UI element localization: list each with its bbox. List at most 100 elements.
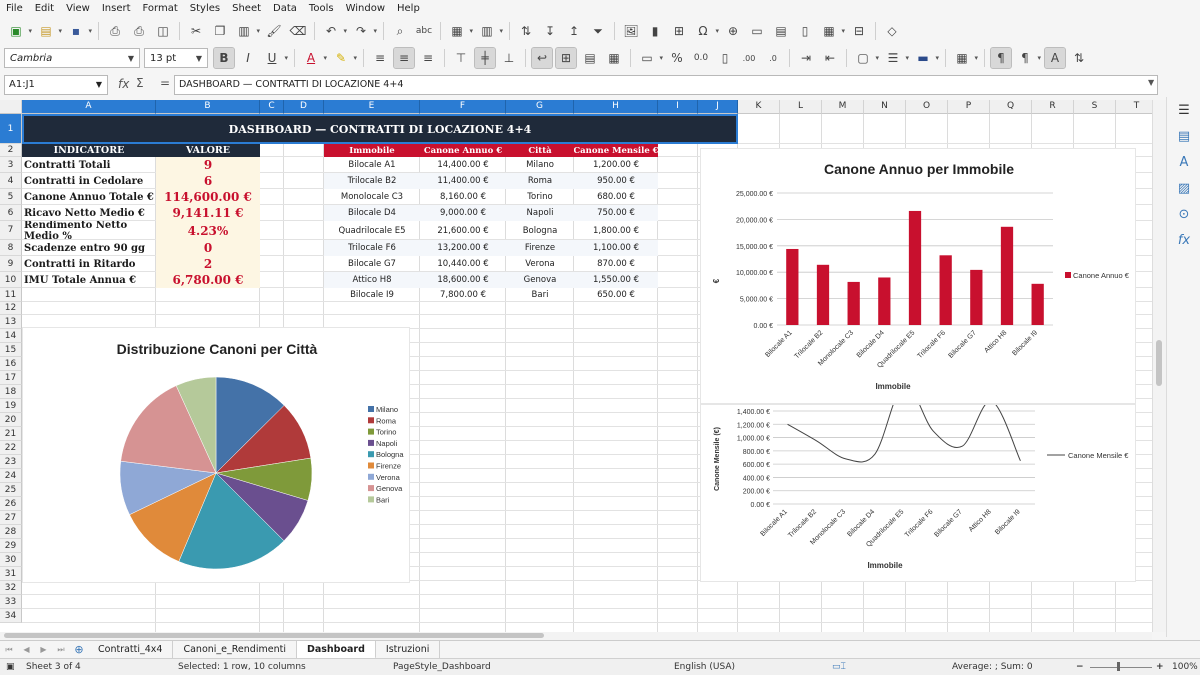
horizontal-scrollbar-thumb[interactable] [4,633,544,638]
align-bottom-icon[interactable]: ⊥ [499,48,519,68]
row-header-24[interactable]: 24 [0,469,22,483]
table-cell[interactable]: 9,000.00 € [420,205,506,221]
kpi-value[interactable]: 9,141.11 € [156,205,260,221]
align-left-icon[interactable]: ≡ [370,48,390,68]
print-preview-icon[interactable]: ◫ [153,21,173,41]
vertical-text-icon[interactable]: ⇅ [1069,48,1089,68]
decrease-indent-icon[interactable]: ⇤ [820,48,840,68]
table-cell[interactable]: Trilocale F6 [324,240,420,256]
prev-sheet-icon[interactable]: ◀ [23,645,29,654]
menu-insert[interactable]: Insert [96,3,137,14]
properties-icon[interactable]: ▤ [1167,123,1200,149]
row-header-16[interactable]: 16 [0,357,22,371]
kpi-value[interactable]: 9 [156,157,260,173]
row-header-22[interactable]: 22 [0,441,22,455]
line-chart[interactable]: 0.00 € 200.00 € 400.00 € 600.00 € 800.00 € 1,… [700,404,1136,582]
save-icon[interactable]: ▪ [66,21,92,41]
table-cell[interactable]: Verona [506,256,574,272]
page-style[interactable]: PageStyle_Dashboard [393,662,491,672]
table-cell[interactable]: Attico H8 [324,272,420,288]
print-icon[interactable]: ⎙ [129,21,149,41]
row-header-8[interactable]: 8 [0,240,22,256]
add-sheet-icon[interactable]: ⊕ [70,643,88,656]
number-format-icon[interactable]: 0.0 [691,48,711,68]
column-header-r[interactable]: R [1032,100,1074,114]
kpi-header-value[interactable]: VALORE [156,144,260,157]
table-cell[interactable]: 1,800.00 € [574,221,658,240]
row-header-4[interactable]: 4 [0,173,22,189]
table-cell[interactable]: Napoli [506,205,574,221]
first-sheet-icon[interactable]: ⏮ [5,645,12,655]
last-sheet-icon[interactable]: ⏭ [57,645,64,655]
font-name-box[interactable]: Cambria ▼ [4,48,140,68]
save-status-icon[interactable]: ▣ [6,662,15,672]
column-header-d[interactable]: D [284,100,324,114]
kpi-value[interactable]: 0 [156,240,260,256]
column-header-j[interactable]: J [698,100,738,114]
menu-data[interactable]: Data [267,3,303,14]
kpi-label[interactable]: Scadenze entro 90 gg [22,240,156,256]
find-replace-icon[interactable]: ⌕ [390,21,410,41]
menu-window[interactable]: Window [340,3,391,14]
italic-icon[interactable]: I [238,48,258,68]
menu-sheet[interactable]: Sheet [226,3,267,14]
table-cell[interactable]: Firenze [506,240,574,256]
border-style-icon[interactable]: ☰ [883,48,909,68]
table-cell[interactable]: Genova [506,272,574,288]
table-cell[interactable]: 1,200.00 € [574,157,658,173]
add-decimal-icon[interactable]: .00 [739,48,759,68]
menu-format[interactable]: Format [137,3,184,14]
increase-indent-icon[interactable]: ⇥ [796,48,816,68]
table-cell[interactable]: 1,100.00 € [574,240,658,256]
sort-icon[interactable]: ⇅ [516,21,536,41]
table-cell[interactable]: Roma [506,173,574,189]
split-window-icon[interactable]: ⊟ [849,21,869,41]
table-cell[interactable]: Bari [506,288,574,302]
freeze-rows-columns-icon[interactable]: ▦ [819,21,845,41]
sidebar-menu-icon[interactable]: ☰ [1167,97,1200,123]
table-cell[interactable]: Monolocale C3 [324,189,420,205]
export-pdf-icon[interactable]: ⎙ [105,21,125,41]
table-cell[interactable]: Torino [506,189,574,205]
selection-mode-icon[interactable]: ▭⌶ [832,662,846,672]
borders-icon[interactable]: ▢ [853,48,879,68]
bar-chart[interactable]: Canone Annuo per Immobile 0.00 € 5,000.00 … [700,148,1136,404]
row-header-3[interactable]: 3 [0,157,22,173]
table-cell[interactable]: 650.00 € [574,288,658,302]
function-wizard-icon[interactable]: fx [118,77,129,91]
pie-chart[interactable]: Distribuzione Canoni per Città Milano Roma… [22,327,410,583]
table-cell[interactable]: Trilocale B2 [324,173,420,189]
sheet-tab-contratti-4x4[interactable]: Contratti_4x4 [88,640,174,659]
horizontal-scrollbar[interactable] [0,632,1152,640]
date-format-icon[interactable]: ▯ [715,48,735,68]
row-header-25[interactable]: 25 [0,483,22,497]
row-header-23[interactable]: 23 [0,455,22,469]
row-header-26[interactable]: 26 [0,497,22,511]
formula-input[interactable]: DASHBOARD — CONTRATTI DI LOCAZIONE 4+4 [174,75,1158,95]
row-header-30[interactable]: 30 [0,553,22,567]
align-middle-icon[interactable]: ╪ [474,47,496,69]
row-header-33[interactable]: 33 [0,595,22,609]
left-to-right-icon[interactable]: ¶ [990,47,1012,69]
sort-ascending-icon[interactable]: ↧ [540,21,560,41]
column-header-n[interactable]: N [864,100,906,114]
row-header-1[interactable]: 1 [0,114,22,144]
kpi-label[interactable]: Canone Annuo Totale € [22,189,156,205]
menu-view[interactable]: View [60,3,96,14]
column-header-s[interactable]: S [1074,100,1116,114]
column-header-a[interactable]: A [22,100,156,114]
navigator-icon[interactable]: ⊙ [1167,201,1200,227]
table-cell[interactable]: Bilocale A1 [324,157,420,173]
row-header-17[interactable]: 17 [0,371,22,385]
border-color-icon[interactable]: ▬ [913,48,939,68]
zoom-in-icon[interactable]: + [1156,662,1164,672]
column-header-o[interactable]: O [906,100,948,114]
currency-format-icon[interactable]: ▭ [637,48,663,68]
row-header-19[interactable]: 19 [0,399,22,413]
row-header-13[interactable]: 13 [0,315,22,329]
hyperlink-icon[interactable]: ⊕ [723,21,743,41]
functions-icon[interactable]: fx [1167,227,1200,253]
table-cell[interactable]: 7,800.00 € [420,288,506,302]
open-folder-icon[interactable]: ▤ [36,21,62,41]
table-cell[interactable]: 18,600.00 € [420,272,506,288]
